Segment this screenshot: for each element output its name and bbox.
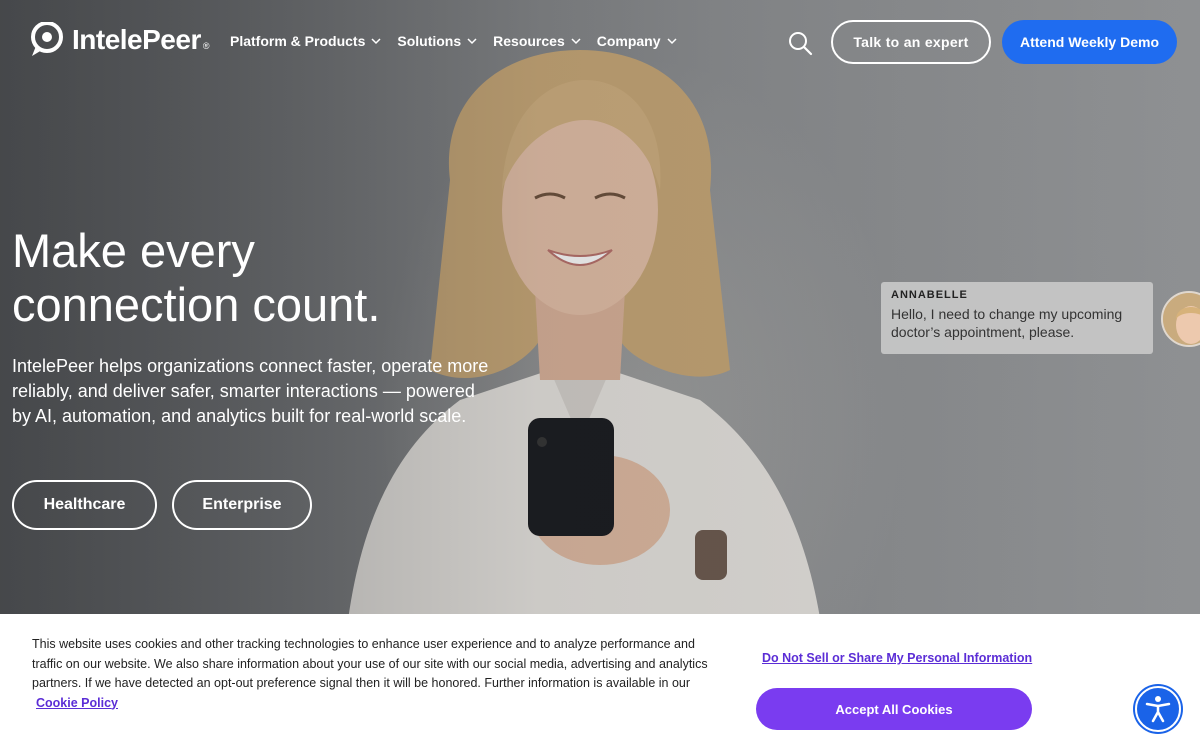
cookie-message: This website uses cookies and other trac…	[32, 637, 708, 690]
headline-line-2: connection count.	[12, 278, 381, 331]
nav-label: Company	[596, 33, 661, 49]
chevron-down-icon	[371, 38, 381, 45]
nav-resources[interactable]: Resources	[493, 33, 581, 49]
chat-message: Hello, I need to change my upcoming doct…	[891, 306, 1123, 340]
nav-label: Platform & Products	[230, 33, 366, 49]
chat-bubble: ANNABELLE Hello, I need to change my upc…	[881, 282, 1153, 354]
nav-platform-products[interactable]: Platform & Products	[230, 33, 381, 49]
headline-line-1: Make every	[12, 224, 255, 277]
cookie-banner: This website uses cookies and other trac…	[0, 614, 1200, 750]
cookie-text: This website uses cookies and other trac…	[32, 635, 727, 713]
talk-to-expert-button[interactable]: Talk to an expert	[831, 20, 991, 64]
do-not-sell-link[interactable]: Do Not Sell or Share My Personal Informa…	[762, 651, 1032, 665]
accept-all-cookies-button[interactable]: Accept All Cookies	[756, 688, 1032, 730]
healthcare-button[interactable]: Healthcare	[12, 480, 157, 530]
nav-solutions[interactable]: Solutions	[397, 33, 477, 49]
logo-mark-icon	[31, 22, 63, 56]
accessibility-button[interactable]	[1135, 686, 1181, 732]
main-nav: Platform & Products Solutions Resources …	[230, 33, 693, 49]
hero-headline: Make every connection count.	[12, 224, 492, 332]
cookie-policy-link[interactable]: Cookie Policy	[36, 696, 118, 710]
chevron-down-icon	[467, 38, 477, 45]
attend-weekly-demo-button[interactable]: Attend Weekly Demo	[1002, 20, 1177, 64]
chevron-down-icon	[571, 38, 581, 45]
search-icon[interactable]	[787, 30, 813, 56]
logo[interactable]: IntelePeer ®	[28, 22, 214, 58]
hero-subtext: IntelePeer helps organizations connect f…	[12, 356, 489, 426]
enterprise-button[interactable]: Enterprise	[172, 480, 312, 530]
accessibility-icon	[1145, 696, 1171, 723]
nav-label: Resources	[493, 33, 565, 49]
avatar-face	[1163, 293, 1200, 345]
logo-text: IntelePeer	[72, 24, 201, 55]
nav-label: Solutions	[397, 33, 462, 49]
nav-company[interactable]: Company	[597, 33, 677, 49]
site-header: IntelePeer ® Platform & Products Solutio…	[0, 0, 1200, 86]
chat-sender-name: ANNABELLE	[891, 289, 968, 301]
chevron-down-icon	[667, 38, 677, 45]
logo-registered-mark: ®	[202, 41, 210, 51]
